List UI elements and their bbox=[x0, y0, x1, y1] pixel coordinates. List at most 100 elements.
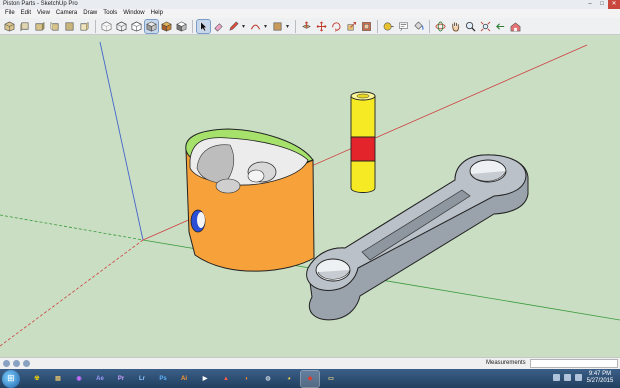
menu-bar: File Edit View Camera Draw Tools Window … bbox=[0, 9, 620, 18]
offset-tool[interactable] bbox=[360, 20, 373, 33]
minimize-button[interactable]: – bbox=[584, 0, 596, 9]
zoom-tool[interactable] bbox=[464, 20, 477, 33]
close-button[interactable]: ✕ bbox=[608, 0, 620, 9]
pin-bottom-section bbox=[350, 160, 376, 193]
shaded-textures-style-tool[interactable] bbox=[160, 20, 173, 33]
chevron-down-icon[interactable]: ▾ bbox=[286, 23, 291, 30]
offset-icon bbox=[362, 21, 371, 31]
piston-pin-hole-inner bbox=[197, 212, 205, 228]
chevron-down-icon[interactable]: ▾ bbox=[242, 23, 247, 30]
rectangle-icon bbox=[273, 22, 282, 30]
chrome-app[interactable]: ◕ bbox=[280, 371, 298, 387]
previous-view-tool[interactable] bbox=[494, 20, 507, 33]
back-view-icon bbox=[65, 22, 74, 30]
settings-app-icon: ◍ bbox=[265, 376, 271, 382]
measurements-label: Measurements bbox=[486, 360, 526, 366]
hidden-line-style-tool[interactable] bbox=[130, 20, 143, 33]
left-view-tool[interactable] bbox=[78, 20, 91, 33]
biohazard-app[interactable]: ☢ bbox=[28, 371, 46, 387]
menu-help[interactable]: Help bbox=[148, 9, 166, 18]
explorer-app[interactable]: ▤ bbox=[49, 371, 67, 387]
push-pull-tool[interactable] bbox=[300, 20, 313, 33]
tape-measure-tool[interactable] bbox=[382, 20, 395, 33]
status-icons bbox=[3, 360, 30, 367]
lightroom-app[interactable]: Lr bbox=[133, 371, 151, 387]
warehouse-tool[interactable] bbox=[509, 20, 522, 33]
sketchup-app[interactable]: ◆ bbox=[300, 369, 320, 388]
top-view-icon bbox=[20, 22, 29, 31]
illustrator-app[interactable]: Ai bbox=[175, 371, 193, 387]
title-bar: Piston Parts - SketchUp Pro – □ ✕ bbox=[0, 0, 620, 9]
credits-icon[interactable] bbox=[13, 360, 20, 367]
photoshop-app[interactable]: Ps bbox=[154, 371, 172, 387]
text-tool[interactable] bbox=[397, 20, 410, 33]
line-tool[interactable] bbox=[227, 20, 240, 33]
zoom-extents-tool[interactable] bbox=[479, 20, 492, 33]
red-axis-dashed bbox=[0, 239, 144, 347]
media-app[interactable]: ◉ bbox=[70, 371, 88, 387]
wrist-pin-model[interactable] bbox=[350, 91, 376, 193]
orbit-tool[interactable] bbox=[434, 20, 447, 33]
model-viewport[interactable] bbox=[0, 35, 620, 357]
measurements-input[interactable] bbox=[530, 359, 618, 368]
blender-app-icon: ◐ bbox=[245, 375, 249, 382]
top-view-tool[interactable] bbox=[18, 20, 31, 33]
user-icon[interactable] bbox=[23, 360, 30, 367]
biohazard-app-icon: ☢ bbox=[34, 376, 40, 382]
paint-bucket-icon bbox=[414, 21, 424, 30]
menu-view[interactable]: View bbox=[34, 9, 53, 18]
front-view-icon bbox=[35, 21, 45, 30]
start-orb[interactable]: ⊞ bbox=[2, 369, 20, 388]
text-icon bbox=[399, 22, 408, 31]
premiere-app-icon: Pr bbox=[117, 375, 125, 382]
menu-window[interactable]: Window bbox=[120, 9, 147, 18]
premiere-app[interactable]: Pr bbox=[112, 371, 130, 387]
menu-edit[interactable]: Edit bbox=[18, 9, 34, 18]
monochrome-style-tool[interactable] bbox=[175, 20, 188, 33]
explorer-app-icon: ▤ bbox=[55, 376, 61, 382]
pin-top-section bbox=[350, 95, 376, 138]
iso-view-tool[interactable] bbox=[3, 20, 16, 33]
menu-file[interactable]: File bbox=[2, 9, 18, 18]
arc-tool[interactable] bbox=[249, 20, 262, 33]
eraser-tool[interactable] bbox=[212, 20, 225, 33]
chevron-down-icon[interactable]: ▾ bbox=[264, 23, 269, 30]
wireframe-style-tool[interactable] bbox=[115, 20, 128, 33]
tray-volume-icon[interactable] bbox=[575, 374, 582, 381]
rectangle-tool[interactable] bbox=[271, 20, 284, 33]
shaded-style-tool[interactable] bbox=[144, 18, 159, 34]
eraser-icon bbox=[214, 22, 223, 31]
scale-tool[interactable] bbox=[345, 20, 358, 33]
pan-tool[interactable] bbox=[449, 20, 462, 33]
autodesk-app[interactable]: ▲ bbox=[217, 371, 235, 387]
xray-style-tool[interactable] bbox=[100, 20, 113, 33]
file-explorer-app[interactable]: ▭ bbox=[322, 371, 340, 387]
menu-draw[interactable]: Draw bbox=[80, 9, 100, 18]
rotate-tool[interactable] bbox=[330, 20, 343, 33]
front-view-tool[interactable] bbox=[33, 20, 46, 33]
taskbar-clock[interactable]: 9:47 PM 5/27/2015 bbox=[584, 371, 616, 385]
blender-app[interactable]: ◐ bbox=[238, 371, 256, 387]
menu-tools[interactable]: Tools bbox=[100, 9, 120, 18]
after-effects-app[interactable]: Ae bbox=[91, 371, 109, 387]
toolbar-separator bbox=[429, 19, 430, 33]
tray-flag-icon[interactable] bbox=[553, 374, 560, 381]
back-view-tool[interactable] bbox=[63, 20, 76, 33]
move-tool[interactable] bbox=[315, 20, 328, 33]
menu-camera[interactable]: Camera bbox=[53, 9, 80, 18]
maximize-button[interactable]: □ bbox=[596, 0, 608, 9]
photoshop-app-icon: Ps bbox=[159, 375, 167, 382]
piston-model[interactable] bbox=[185, 128, 315, 272]
warehouse-icon bbox=[510, 21, 521, 31]
hidden-line-icon bbox=[131, 21, 142, 31]
previous-icon bbox=[496, 22, 505, 30]
tray-network-icon[interactable] bbox=[564, 374, 571, 381]
connecting-rod-model[interactable] bbox=[306, 154, 529, 321]
scene-canvas[interactable] bbox=[0, 35, 620, 357]
settings-app[interactable]: ◍ bbox=[259, 371, 277, 387]
select-tool[interactable] bbox=[196, 18, 211, 34]
right-view-tool[interactable] bbox=[48, 20, 61, 33]
media-player-app[interactable]: ▶ bbox=[196, 371, 214, 387]
geo-location-icon[interactable] bbox=[3, 360, 10, 367]
paint-bucket-tool[interactable] bbox=[412, 20, 425, 33]
